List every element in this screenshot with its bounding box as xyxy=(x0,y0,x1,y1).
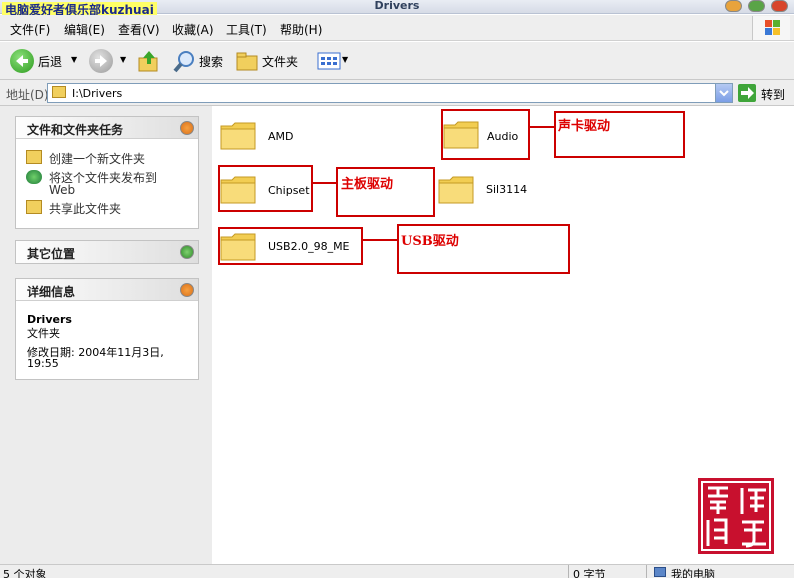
new-folder-icon xyxy=(26,150,42,164)
menu-tools[interactable]: 工具(T) xyxy=(226,21,267,38)
annotation-connector xyxy=(363,239,397,241)
folder-item-audio[interactable]: Audio xyxy=(441,109,530,160)
folder-label: Sil3114 xyxy=(486,183,528,196)
details-panel: 详细信息 Drivers 文件夹 修改日期: 2004年11月3日, 19:55 xyxy=(15,278,199,380)
folder-label: USB2.0_98_ME xyxy=(268,240,350,253)
chevron-down-icon[interactable]: ▼ xyxy=(342,55,348,64)
maximize-button[interactable] xyxy=(748,0,765,12)
up-folder-icon[interactable] xyxy=(137,49,161,73)
toolbar: 后退 ▼ ▼ 搜索 文件夹 ▼ xyxy=(0,42,794,80)
address-label: 地址(D) xyxy=(6,88,49,102)
search-button[interactable]: 搜索 xyxy=(199,53,223,70)
seal-stamp xyxy=(698,478,774,554)
folder-icon xyxy=(220,176,256,204)
expand-icon[interactable] xyxy=(180,245,194,259)
menu-view[interactable]: 查看(V) xyxy=(118,21,160,38)
folder-icon xyxy=(443,121,479,149)
views-icon[interactable] xyxy=(317,52,341,70)
detail-type: 文件夹 xyxy=(27,327,60,340)
folder-label: Chipset xyxy=(268,184,310,197)
address-input[interactable]: I:\Drivers xyxy=(47,83,733,103)
task-pane: 文件和文件夹任务 创建一个新文件夹 将这个文件夹发布到 Web 共享此文件夹 其… xyxy=(0,106,212,564)
status-divider xyxy=(568,565,569,578)
menu-bar: 文件(F) 编辑(E) 查看(V) 收藏(A) 工具(T) 帮助(H) xyxy=(0,15,794,41)
menu-file[interactable]: 文件(F) xyxy=(10,21,50,38)
address-dropdown-button[interactable] xyxy=(715,84,732,102)
panel-title[interactable]: 其它位置 xyxy=(16,241,198,263)
folder-icon xyxy=(52,86,66,98)
share-folder-icon xyxy=(26,200,42,214)
back-arrow-icon[interactable] xyxy=(10,49,34,73)
menu-help[interactable]: 帮助(H) xyxy=(280,21,322,38)
annotation-box-chipset: 主板驱动 xyxy=(336,167,435,217)
detail-time: 19:55 xyxy=(27,357,59,370)
task-publish-web-cont[interactable]: Web xyxy=(49,183,75,197)
computer-icon xyxy=(654,567,666,577)
close-button[interactable] xyxy=(771,0,788,12)
status-object-count: 5 个对象 xyxy=(3,568,47,578)
status-divider xyxy=(646,565,647,578)
annotation-box-audio: 声卡驱动 xyxy=(554,111,685,158)
collapse-icon[interactable] xyxy=(180,121,194,135)
address-bar: 地址(D) I:\Drivers 转到 xyxy=(0,80,794,106)
other-places-panel: 其它位置 xyxy=(15,240,199,264)
folder-label: Audio xyxy=(487,130,519,143)
folder-item-usb[interactable]: USB2.0_98_ME xyxy=(218,227,363,265)
back-button[interactable]: 后退 xyxy=(38,53,62,70)
folder-label: AMD xyxy=(268,130,294,143)
folder-item-sil3114[interactable]: Sil3114 xyxy=(438,172,528,212)
status-bar: 5 个对象 0 字节 我的电脑 xyxy=(0,564,794,578)
folder-icon xyxy=(220,233,256,261)
task-share-folder[interactable]: 共享此文件夹 xyxy=(49,200,121,217)
menu-favorites[interactable]: 收藏(A) xyxy=(172,21,214,38)
status-location: 我的电脑 xyxy=(671,568,715,578)
menu-edit[interactable]: 编辑(E) xyxy=(64,21,105,38)
panel-title[interactable]: 详细信息 xyxy=(16,279,198,301)
go-arrow-icon[interactable] xyxy=(738,84,756,102)
chevron-down-icon[interactable]: ▼ xyxy=(120,55,126,64)
windows-logo-icon xyxy=(752,16,790,40)
annotation-chipset: 主板驱动 xyxy=(341,177,394,192)
folder-icon xyxy=(438,176,474,204)
folder-item-amd[interactable]: AMD xyxy=(220,116,310,160)
minimize-button[interactable] xyxy=(725,0,742,12)
forward-arrow-icon[interactable] xyxy=(89,49,113,73)
annotation-audio: 声卡驱动 xyxy=(558,119,611,134)
file-list: AMD Audio 声卡驱动 Chipset 主板驱动 Sil3114 USB2… xyxy=(212,106,794,564)
folders-button[interactable]: 文件夹 xyxy=(262,53,298,70)
file-folder-tasks-panel: 文件和文件夹任务 创建一个新文件夹 将这个文件夹发布到 Web 共享此文件夹 xyxy=(15,116,199,229)
search-icon[interactable] xyxy=(172,49,196,73)
folders-icon[interactable] xyxy=(236,50,260,72)
annotation-box-usb: USB驱动 xyxy=(397,224,570,274)
folder-item-chipset[interactable]: Chipset xyxy=(218,165,313,212)
collapse-icon[interactable] xyxy=(180,283,194,297)
annotation-connector xyxy=(530,126,554,128)
go-button[interactable]: 转到 xyxy=(761,86,785,103)
publish-web-icon xyxy=(26,170,42,184)
address-value: I:\Drivers xyxy=(72,87,123,100)
chevron-down-icon[interactable]: ▼ xyxy=(71,55,77,64)
status-size: 0 字节 xyxy=(573,568,606,578)
annotation-connector xyxy=(313,182,336,184)
panel-title[interactable]: 文件和文件夹任务 xyxy=(16,117,198,139)
task-new-folder[interactable]: 创建一个新文件夹 xyxy=(49,150,145,167)
annotation-usb: USB驱动 xyxy=(401,234,459,249)
folder-icon xyxy=(220,122,256,150)
